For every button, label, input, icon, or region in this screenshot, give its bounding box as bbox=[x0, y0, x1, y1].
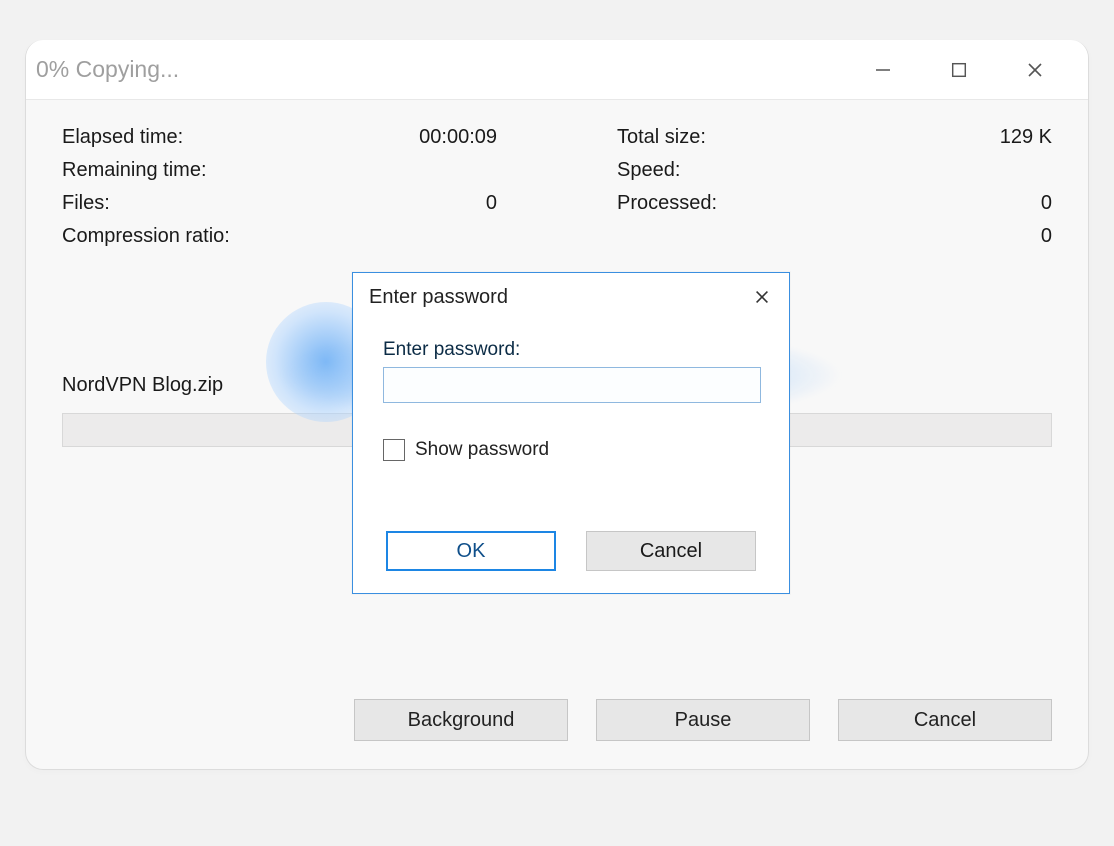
progress-window: 0% Copying... Elapsed time: 00:00:09 Rem… bbox=[25, 40, 1089, 770]
packed-value: 0 bbox=[1041, 225, 1052, 248]
close-icon[interactable] bbox=[1022, 57, 1048, 83]
processed-value: 0 bbox=[1041, 192, 1052, 215]
remaining-time-label: Remaining time: bbox=[62, 159, 207, 182]
speed-label: Speed: bbox=[617, 159, 680, 182]
stats-panel: Elapsed time: 00:00:09 Remaining time: F… bbox=[26, 100, 1088, 248]
compression-ratio-label: Compression ratio: bbox=[62, 225, 230, 248]
pause-button[interactable]: Pause bbox=[596, 699, 810, 741]
window-title: 0% Copying... bbox=[36, 56, 179, 83]
dialog-title: Enter password bbox=[369, 286, 508, 309]
password-label: Enter password: bbox=[383, 339, 759, 361]
close-icon[interactable] bbox=[751, 286, 773, 308]
show-password-label: Show password bbox=[415, 439, 549, 461]
password-dialog: Enter password Enter password: Show pass… bbox=[352, 272, 790, 594]
maximize-icon[interactable] bbox=[946, 57, 972, 83]
background-button[interactable]: Background bbox=[354, 699, 568, 741]
files-value: 0 bbox=[486, 192, 497, 215]
processed-label: Processed: bbox=[617, 192, 717, 215]
elapsed-time-value: 00:00:09 bbox=[419, 126, 497, 149]
ok-button[interactable]: OK bbox=[386, 531, 556, 571]
titlebar: 0% Copying... bbox=[26, 40, 1088, 100]
show-password-checkbox[interactable] bbox=[383, 439, 405, 461]
password-input[interactable] bbox=[383, 367, 761, 403]
elapsed-time-label: Elapsed time: bbox=[62, 126, 183, 149]
dialog-titlebar: Enter password bbox=[353, 273, 789, 321]
cancel-button[interactable]: Cancel bbox=[838, 699, 1052, 741]
footer-buttons: Background Pause Cancel bbox=[26, 699, 1088, 741]
minimize-icon[interactable] bbox=[870, 57, 896, 83]
total-size-value: 129 K bbox=[1000, 126, 1052, 149]
total-size-label: Total size: bbox=[617, 126, 706, 149]
files-label: Files: bbox=[62, 192, 110, 215]
window-controls bbox=[870, 57, 1088, 83]
dialog-cancel-button[interactable]: Cancel bbox=[586, 531, 756, 571]
